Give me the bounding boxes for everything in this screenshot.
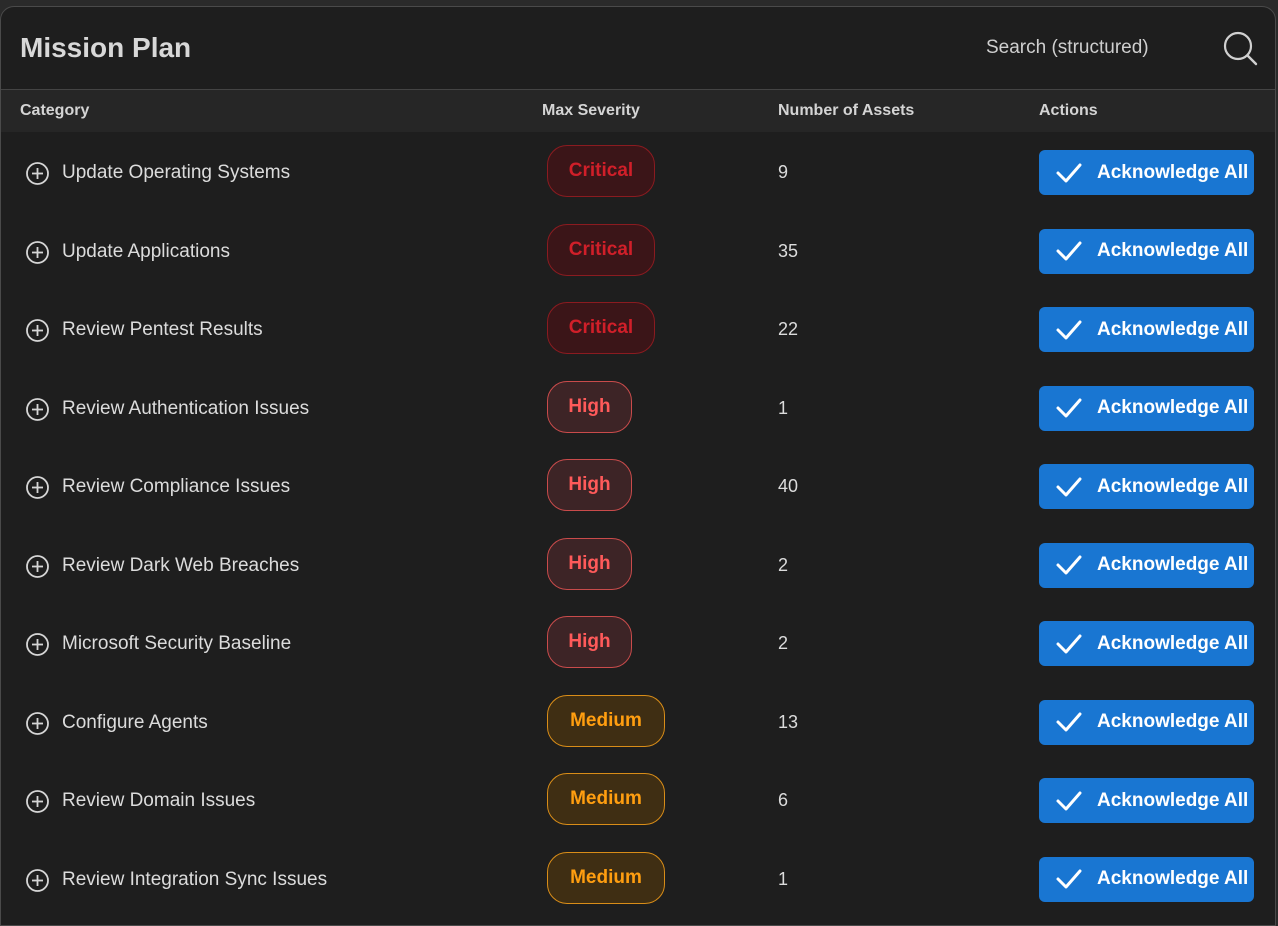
asset-count: 35 — [778, 240, 799, 261]
acknowledge-all-button[interactable]: Acknowledge All — [1039, 621, 1254, 666]
check-icon — [1055, 630, 1083, 658]
table-body: Update Operating Systems Critical 9 Ackn… — [1, 132, 1275, 917]
table-row: Microsoft Security Baseline High 2 Ackno… — [1, 603, 1275, 682]
asset-count: 22 — [778, 319, 799, 339]
severity-badge: Critical — [547, 302, 655, 354]
acknowledge-all-button[interactable]: Acknowledge All — [1039, 228, 1254, 274]
expand-plus-circle-icon[interactable] — [25, 397, 50, 422]
category-label: Review Domain Issues — [62, 790, 256, 811]
expand-plus-circle-icon[interactable] — [25, 632, 50, 657]
table-row: Review Pentest Results Critical 22 Ackno… — [1, 289, 1275, 368]
asset-count: 2 — [778, 554, 789, 575]
acknowledge-all-label: Acknowledge All — [1097, 868, 1249, 889]
check-icon — [1055, 159, 1083, 187]
severity-badge: Medium — [547, 773, 665, 825]
acknowledge-all-button[interactable]: Acknowledge All — [1039, 385, 1254, 431]
table-row: Review Dark Web Breaches High 2 Acknowle… — [1, 525, 1275, 604]
expand-plus-circle-icon[interactable] — [25, 240, 50, 265]
category-label: Review Integration Sync Issues — [62, 868, 328, 890]
category-label: Review Compliance Issues — [62, 476, 291, 497]
category-label: Update Applications — [62, 240, 230, 262]
asset-count: 13 — [778, 711, 799, 732]
acknowledge-all-label: Acknowledge All — [1097, 554, 1249, 575]
expand-plus-circle-icon[interactable] — [25, 161, 50, 186]
check-icon — [1055, 865, 1083, 893]
severity-badge: High — [547, 380, 632, 433]
expand-plus-circle-icon[interactable] — [25, 789, 50, 814]
table-header: Category Max Severity Number of Assets A… — [1, 90, 1275, 132]
mission-plan-panel: Mission Plan Search (structured) Categor… — [0, 6, 1276, 926]
acknowledge-all-label: Acknowledge All — [1097, 240, 1249, 261]
expand-plus-circle-icon[interactable] — [25, 868, 50, 893]
acknowledge-all-label: Acknowledge All — [1097, 161, 1249, 183]
check-icon — [1055, 551, 1083, 579]
column-header-actions: Actions — [1039, 102, 1098, 119]
asset-count: 40 — [778, 476, 799, 496]
severity-badge: Medium — [547, 694, 665, 747]
acknowledge-all-button[interactable]: Acknowledge All — [1039, 699, 1254, 745]
acknowledge-all-button[interactable]: Acknowledge All — [1039, 542, 1254, 588]
acknowledge-all-button[interactable]: Acknowledge All — [1039, 150, 1254, 195]
severity-badge: Medium — [547, 851, 665, 904]
check-icon — [1055, 237, 1083, 265]
check-icon — [1055, 316, 1083, 344]
acknowledge-all-button[interactable]: Acknowledge All — [1039, 856, 1254, 902]
category-label: Microsoft Security Baseline — [62, 633, 292, 654]
category-label: Review Dark Web Breaches — [62, 554, 300, 576]
asset-count: 6 — [778, 790, 789, 810]
severity-badge: High — [547, 459, 632, 511]
acknowledge-all-button[interactable]: Acknowledge All — [1039, 307, 1254, 352]
expand-plus-circle-icon[interactable] — [25, 711, 50, 736]
panel-header: Mission Plan Search (structured) — [1, 7, 1275, 90]
check-icon — [1055, 708, 1083, 736]
check-icon — [1055, 394, 1083, 422]
expand-plus-circle-icon[interactable] — [25, 475, 50, 500]
column-header-category[interactable]: Category — [20, 102, 89, 120]
category-label: Configure Agents — [62, 711, 208, 733]
severity-badge: Critical — [547, 223, 655, 276]
table-row: Review Compliance Issues High 40 Acknowl… — [1, 446, 1275, 525]
acknowledge-all-button[interactable]: Acknowledge All — [1039, 778, 1254, 823]
expand-plus-circle-icon[interactable] — [25, 318, 50, 343]
check-icon — [1055, 473, 1083, 501]
severity-badge: High — [547, 616, 632, 668]
acknowledge-all-label: Acknowledge All — [1097, 397, 1249, 418]
asset-count: 1 — [778, 868, 789, 889]
acknowledge-all-label: Acknowledge All — [1097, 318, 1249, 340]
table-row: Review Authentication Issues High 1 Ackn… — [1, 368, 1275, 447]
acknowledge-all-label: Acknowledge All — [1097, 711, 1249, 732]
asset-count: 1 — [778, 397, 789, 418]
table-row: Update Applications Critical 35 Acknowle… — [1, 211, 1275, 290]
column-header-number-of-assets[interactable]: Number of Assets — [778, 102, 914, 120]
expand-plus-circle-icon[interactable] — [25, 554, 50, 579]
table-row: Configure Agents Medium 13 Acknowledge A… — [1, 682, 1275, 761]
page-title: Mission Plan — [20, 32, 192, 63]
acknowledge-all-button[interactable]: Acknowledge All — [1039, 464, 1254, 509]
search-icon[interactable] — [1221, 29, 1259, 67]
acknowledge-all-label: Acknowledge All — [1097, 789, 1249, 811]
category-label: Review Pentest Results — [62, 319, 263, 340]
severity-badge: High — [547, 537, 632, 590]
table-row: Review Domain Issues Medium 6 Acknowledg… — [1, 760, 1275, 839]
check-icon — [1055, 787, 1083, 815]
severity-badge: Critical — [547, 145, 655, 197]
column-header-max-severity[interactable]: Max Severity — [542, 102, 640, 120]
category-label: Review Authentication Issues — [62, 397, 310, 419]
table-row: Review Integration Sync Issues Medium 1 … — [1, 839, 1275, 918]
acknowledge-all-label: Acknowledge All — [1097, 632, 1249, 654]
table-row: Update Operating Systems Critical 9 Ackn… — [1, 132, 1275, 211]
acknowledge-all-label: Acknowledge All — [1097, 475, 1249, 497]
asset-count: 9 — [778, 162, 789, 182]
search-label[interactable]: Search (structured) — [986, 37, 1149, 59]
asset-count: 2 — [778, 633, 789, 653]
category-label: Update Operating Systems — [62, 162, 291, 183]
